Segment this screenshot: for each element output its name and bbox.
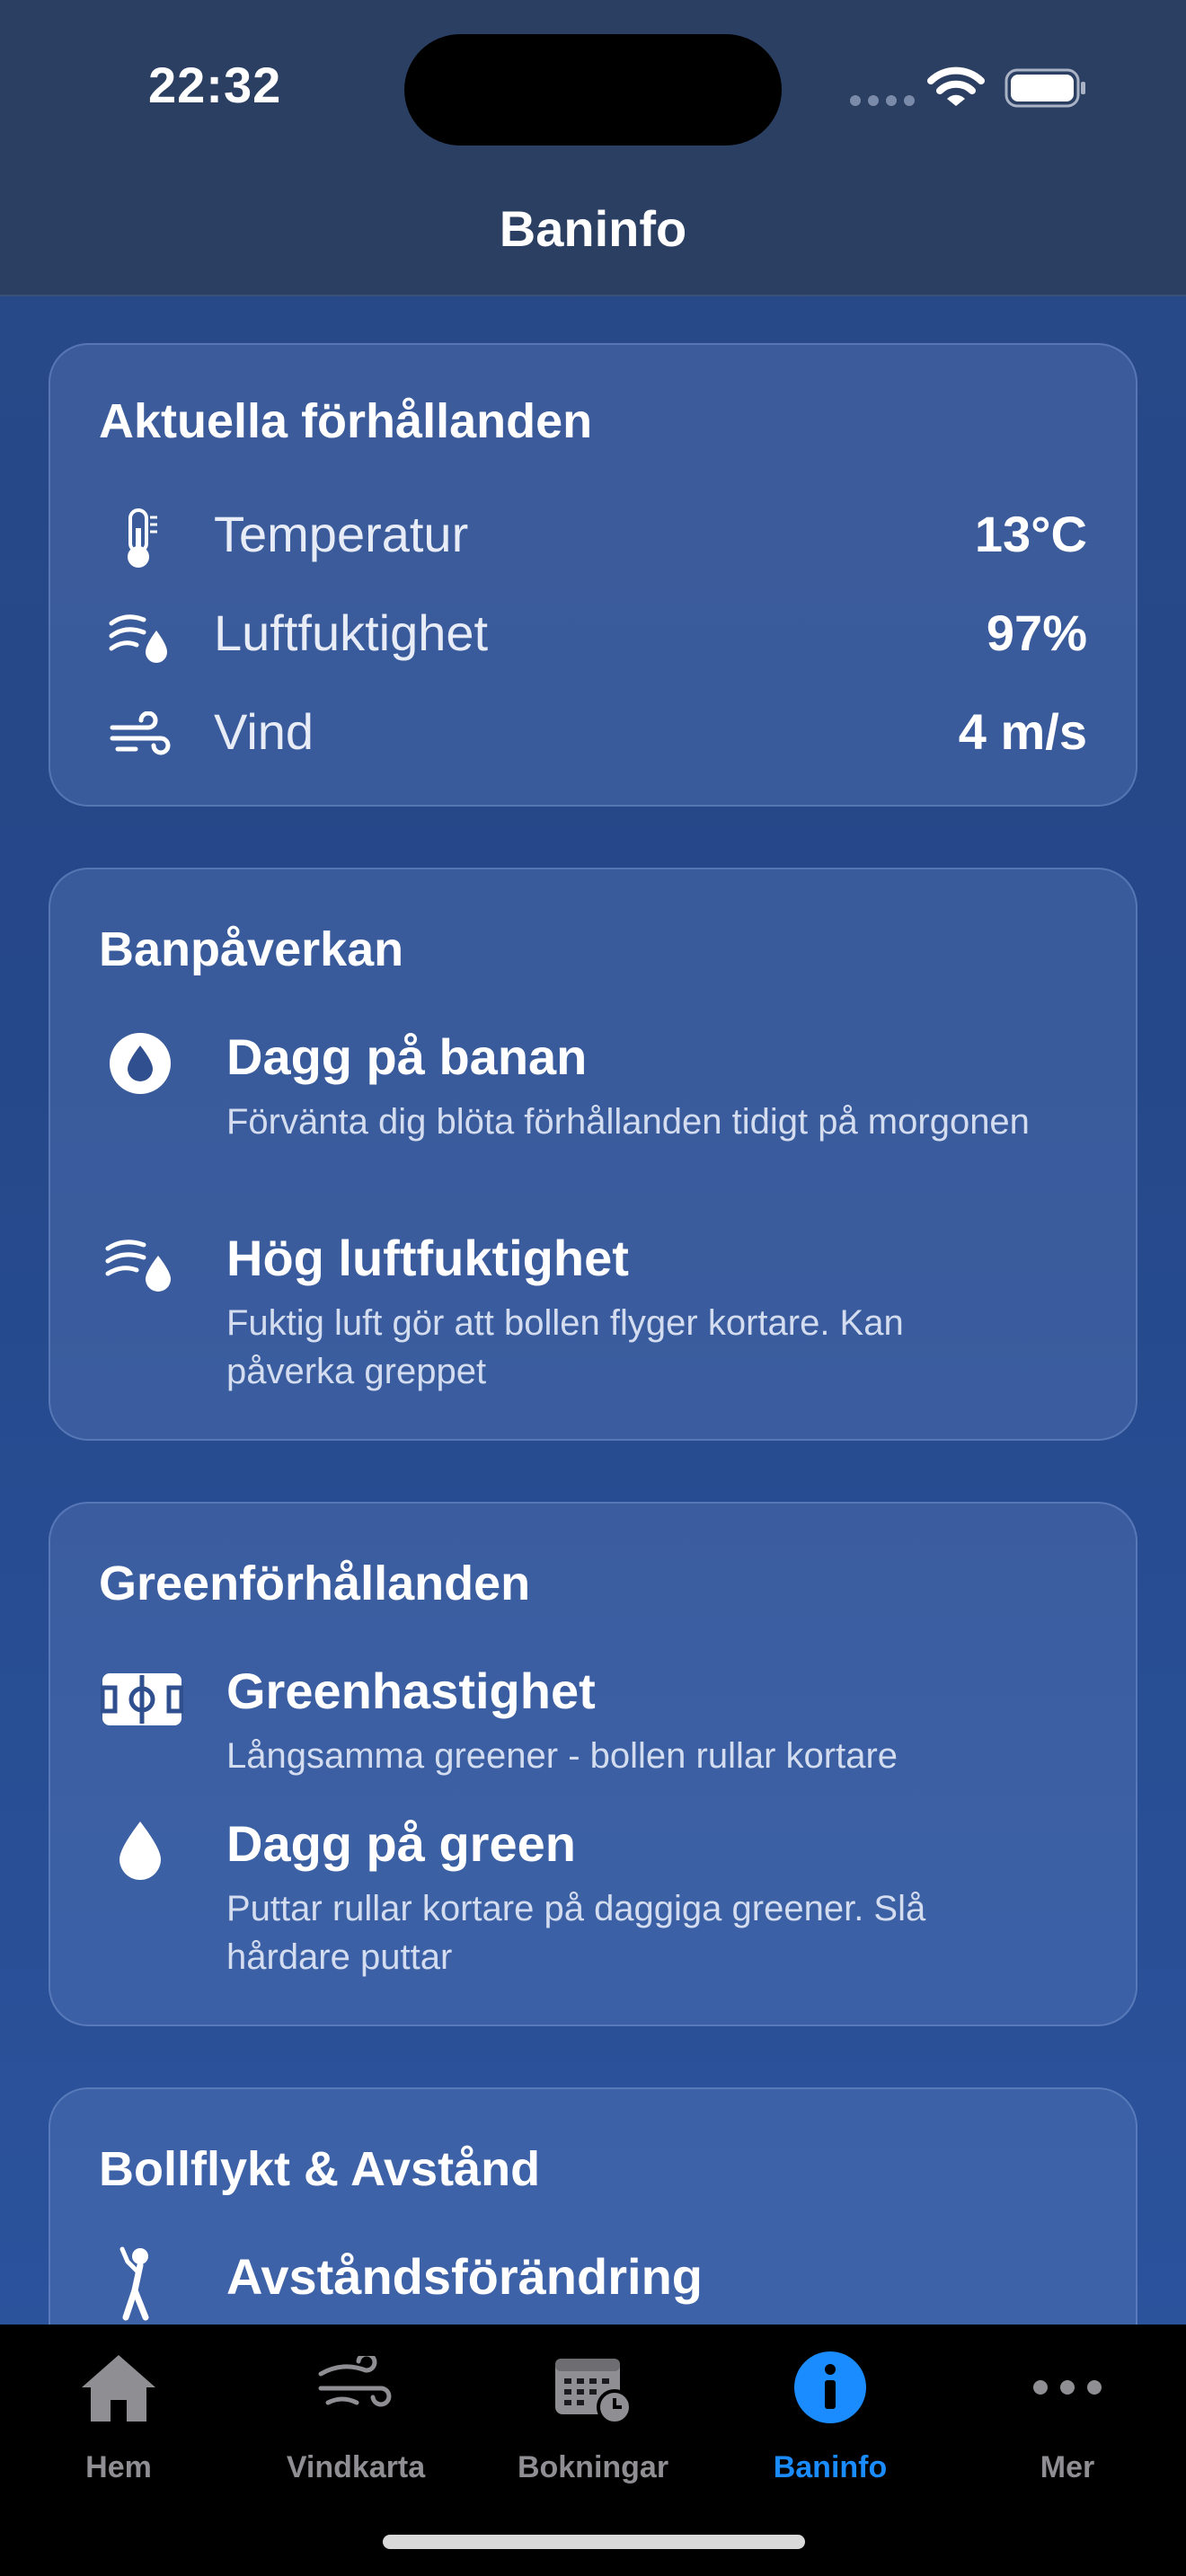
tab-baninfo[interactable]: Baninfo bbox=[712, 2325, 949, 2504]
card-title: Aktuella förhållanden bbox=[99, 394, 593, 448]
tab-label: Hem bbox=[85, 2450, 152, 2484]
card-title: Greenförhållanden bbox=[99, 1557, 531, 1610]
header: 22:32 Baninfo bbox=[0, 0, 1186, 296]
course-impact-card: Banpåverkan Dagg på banan Förvänta dig b… bbox=[49, 868, 1137, 1441]
wind-label: Vind bbox=[214, 703, 314, 760]
humidity-value: 97% bbox=[986, 604, 1087, 661]
tab-label: Baninfo bbox=[773, 2450, 888, 2484]
wind-map-icon bbox=[311, 2342, 401, 2432]
battery-icon bbox=[1005, 68, 1085, 108]
item-description: Långsamma greener - bollen rullar kortar… bbox=[226, 1736, 898, 1776]
status-time: 22:32 bbox=[148, 57, 282, 113]
golfer-icon bbox=[104, 2246, 176, 2321]
tab-wind-map[interactable]: Vindkarta bbox=[237, 2325, 474, 2504]
item-title: Dagg på banan bbox=[226, 1028, 588, 1085]
tab-bookings[interactable]: Bokningar bbox=[474, 2325, 712, 2504]
tab-label: Mer bbox=[1040, 2450, 1095, 2484]
home-icon bbox=[74, 2342, 164, 2432]
humidity-icon bbox=[104, 1229, 176, 1301]
tab-home[interactable]: Hem bbox=[0, 2325, 237, 2504]
wind-value: 4 m/s bbox=[958, 703, 1087, 760]
green-speed-icon bbox=[101, 1663, 183, 1735]
humidity-label: Luftfuktighet bbox=[214, 604, 489, 661]
card-title: Banpåverkan bbox=[99, 922, 404, 976]
temperature-value: 13°C bbox=[974, 506, 1087, 562]
wind-icon bbox=[104, 701, 176, 772]
tab-more[interactable]: Mer bbox=[949, 2325, 1186, 2504]
page-title: Baninfo bbox=[499, 200, 687, 257]
item-description: Förvänta dig blöta förhållanden tidigt p… bbox=[226, 1102, 1030, 1142]
item-title: Hög luftfuktighet bbox=[226, 1230, 629, 1286]
cellular-signal-icon bbox=[850, 95, 915, 106]
item-title: Avståndsförändring bbox=[226, 2248, 703, 2305]
item-description: Fuktig luft gör att bollen flyger kortar… bbox=[226, 1303, 904, 1391]
card-title: Bollflykt & Avstånd bbox=[99, 2142, 541, 2196]
info-icon bbox=[785, 2342, 875, 2432]
temperature-label: Temperatur bbox=[214, 506, 469, 562]
item-title: Greenhastighet bbox=[226, 1663, 596, 1719]
more-icon bbox=[1022, 2342, 1112, 2432]
item-description: Puttar rullar kortare på daggiga greener… bbox=[226, 1889, 926, 1977]
drop-icon bbox=[104, 1814, 176, 1886]
wifi-icon bbox=[927, 66, 985, 106]
home-indicator bbox=[383, 2535, 805, 2549]
current-conditions-card: Aktuella förhållanden Temperatur 13°C Lu… bbox=[49, 343, 1137, 807]
humidity-icon bbox=[104, 602, 176, 674]
calendar-clock-icon bbox=[548, 2342, 638, 2432]
tab-label: Vindkarta bbox=[286, 2450, 426, 2484]
thermometer-icon bbox=[104, 503, 176, 575]
item-title: Dagg på green bbox=[226, 1815, 576, 1872]
dew-drop-circle-icon bbox=[104, 1028, 176, 1099]
tab-label: Bokningar bbox=[517, 2450, 669, 2484]
dynamic-island bbox=[404, 34, 782, 146]
green-conditions-card: Greenförhållanden Greenhastighet Långsam… bbox=[49, 1502, 1137, 2026]
